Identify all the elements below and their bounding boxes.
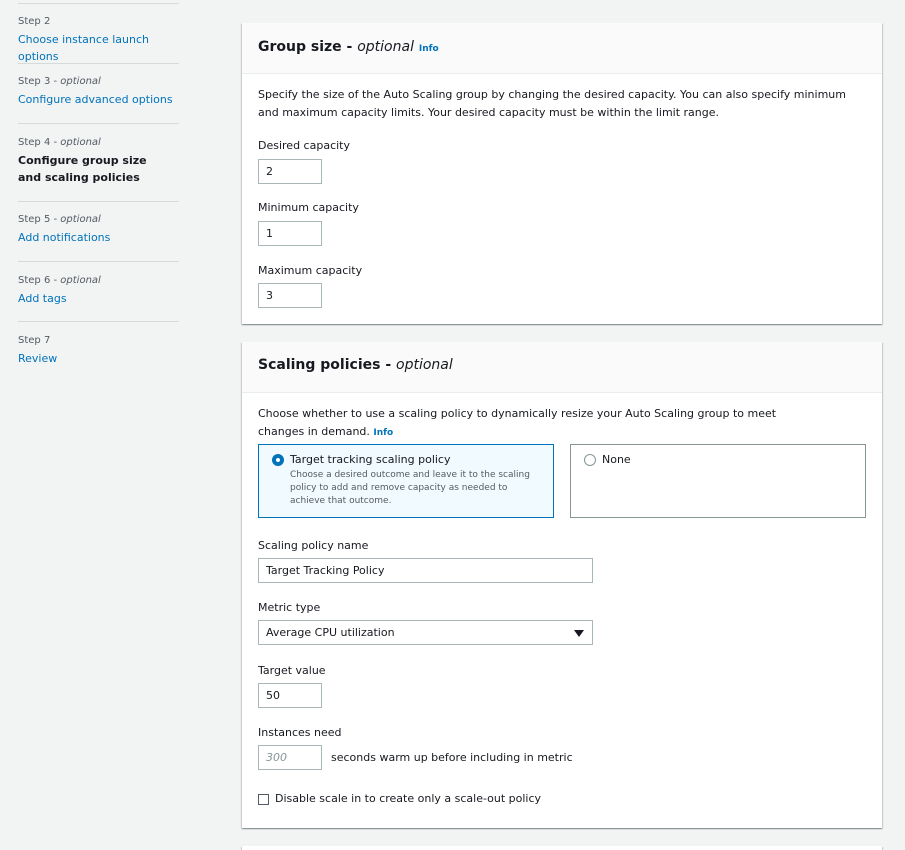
policy-name-input[interactable]: Target Tracking Policy (258, 558, 593, 583)
option-description: Choose a desired outcome and leave it to… (290, 470, 530, 506)
scaling-policies-panel: Scaling policies - optional Choose wheth… (242, 342, 882, 828)
nav-step-3: Step 3 - optional Configure advanced opt… (18, 76, 179, 108)
radio-unselected-icon[interactable] (584, 454, 596, 466)
nav-link-review[interactable]: Review (18, 350, 179, 367)
target-tracking-option[interactable]: Target tracking scaling policy Choose a … (258, 444, 554, 518)
desired-capacity-label: Desired capacity (258, 139, 350, 152)
info-link[interactable]: Info (373, 428, 393, 438)
panel-header: Scaling policies - optional (242, 342, 882, 393)
nav-current-step: Configure group size and scaling policie… (18, 154, 147, 184)
divider (18, 201, 179, 202)
desired-capacity-input[interactable]: 2 (258, 159, 322, 184)
divider (18, 63, 179, 64)
group-size-panel: Group size - optional Info Specify the s… (242, 23, 882, 324)
nav-step-7: Step 7 Review (18, 335, 179, 367)
panel-title: Scaling policies - optional (258, 357, 453, 373)
option-title: Target tracking scaling policy (290, 453, 451, 466)
policy-name-label: Scaling policy name (258, 539, 369, 552)
divider (18, 123, 179, 124)
target-value-input[interactable]: 50 (258, 683, 322, 708)
divider (18, 3, 179, 4)
nav-step-5: Step 5 - optional Add notifications (18, 214, 179, 246)
step-label: Step 3 - optional (18, 76, 101, 87)
wizard-navigation: Step 2 Choose instance launch options St… (0, 0, 200, 850)
divider (18, 261, 179, 262)
step-label: Step 7 (18, 335, 51, 346)
scaling-description: Choose whether to use a scaling policy t… (258, 407, 777, 438)
group-size-description: Specify the size of the Auto Scaling gro… (258, 88, 846, 119)
none-option[interactable]: None (570, 444, 866, 518)
warmup-suffix: seconds warm up before including in metr… (331, 751, 573, 764)
instances-need-label: Instances need (258, 726, 342, 739)
next-panel (242, 846, 882, 850)
nav-step-6: Step 6 - optional Add tags (18, 275, 179, 307)
maximum-capacity-input[interactable]: 3 (258, 283, 322, 308)
target-value-label: Target value (258, 664, 326, 677)
radio-selected-icon[interactable] (272, 454, 284, 466)
disable-scale-in-label: Disable scale in to create only a scale-… (275, 792, 542, 805)
warmup-input[interactable]: 300 (258, 745, 322, 770)
option-title: None (602, 453, 631, 466)
info-link[interactable]: Info (419, 44, 439, 54)
nav-link-launch-options[interactable]: Choose instance launch options (18, 31, 179, 65)
nav-link-notifications[interactable]: Add notifications (18, 229, 179, 246)
nav-step-2: Step 2 Choose instance launch options (18, 16, 179, 65)
nav-link-tags[interactable]: Add tags (18, 290, 179, 307)
step-label: Step 4 - optional (18, 137, 101, 148)
caret-down-icon (574, 630, 584, 637)
nav-step-4: Step 4 - optional Configure group size a… (18, 137, 179, 186)
divider (18, 321, 179, 322)
minimum-capacity-label: Minimum capacity (258, 201, 359, 214)
panel-header: Group size - optional Info (242, 23, 882, 74)
minimum-capacity-input[interactable]: 1 (258, 221, 322, 246)
maximum-capacity-label: Maximum capacity (258, 264, 363, 277)
metric-type-value: Average CPU utilization (266, 626, 395, 639)
step-label: Step 2 (18, 16, 51, 27)
metric-type-label: Metric type (258, 601, 321, 614)
panel-title: Group size - optional Info (258, 39, 439, 55)
nav-link-advanced-options[interactable]: Configure advanced options (18, 91, 179, 108)
step-label: Step 5 - optional (18, 214, 101, 225)
step-label: Step 6 - optional (18, 275, 101, 286)
metric-type-select[interactable]: Average CPU utilization (258, 620, 593, 645)
disable-scale-in-checkbox[interactable] (258, 794, 269, 805)
